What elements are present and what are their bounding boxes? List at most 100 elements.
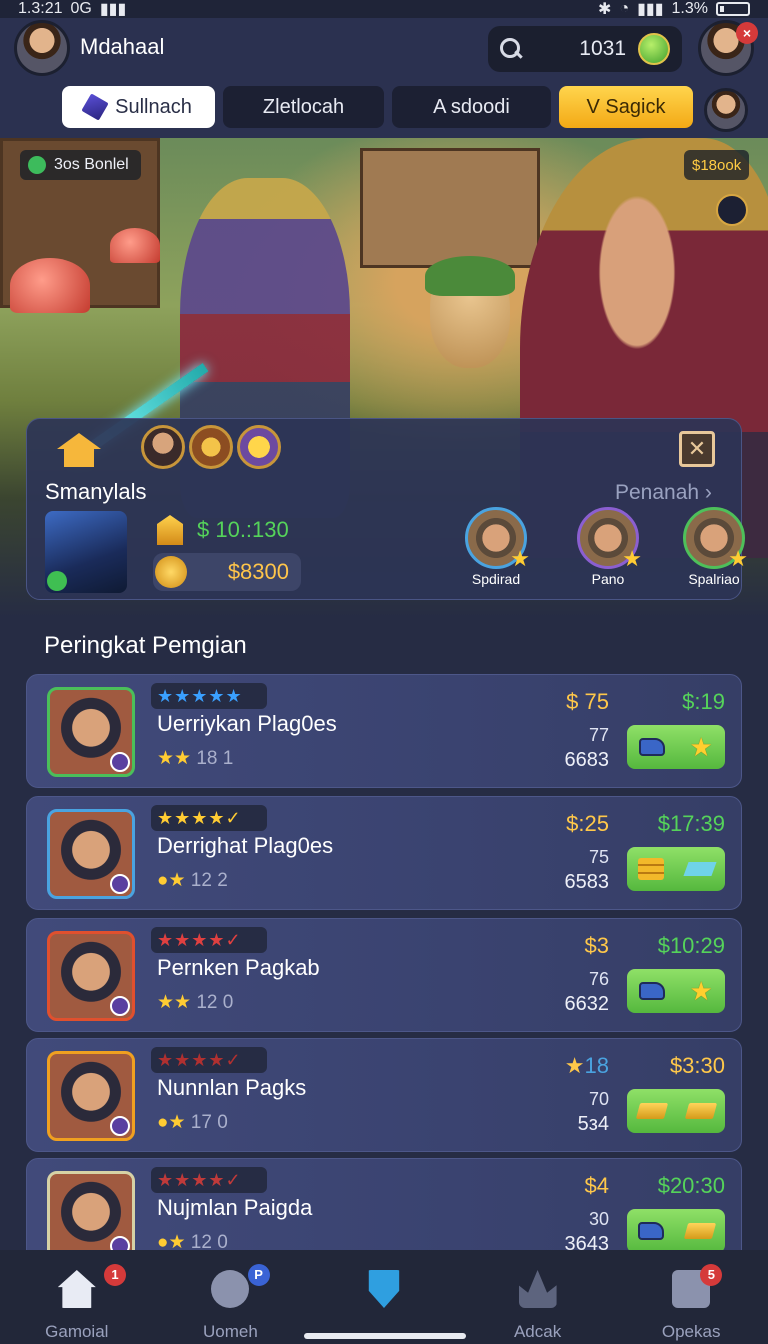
row-stat-1: 76 (588, 969, 609, 989)
leaderboard-list[interactable]: ★★★★★ Uerriykan Plag0es ★★ 18 1 $ 75 77 … (26, 674, 742, 1250)
tab-avatar[interactable] (704, 88, 748, 132)
nav-adcak[interactable]: Adcak (461, 1250, 615, 1344)
row-action-button[interactable] (627, 1089, 725, 1133)
hero-art-mushroom (10, 258, 90, 313)
row-action-button[interactable]: ★ (627, 725, 725, 769)
treasure-icon[interactable] (189, 425, 233, 469)
row-stat-1: 70 (588, 1089, 609, 1109)
shield-icon[interactable] (716, 194, 748, 226)
squad-avatar (683, 507, 748, 572)
squad-member[interactable]: Spdirad (451, 507, 541, 587)
status-bar: 1.3:21 0G ▮▮▮ ✱ ◔ ▮▮▮ 1.3% (0, 0, 768, 18)
squad-name: Spdirad (471, 571, 521, 587)
badge-icon (110, 752, 130, 772)
star-icon: ●★ (157, 870, 191, 891)
star-icon: ★★ (157, 992, 197, 1013)
crown-icon (518, 1270, 557, 1308)
player-portrait (47, 1051, 135, 1141)
leaderboard-row[interactable]: ★★★★✓ Nujmlan Paigda ●★ 12 0 $4 30 3643 … (26, 1158, 742, 1250)
row-action-button[interactable] (627, 847, 725, 891)
search-icon[interactable] (500, 38, 522, 60)
nav-gamoial[interactable]: 1 Gamoial (0, 1250, 154, 1344)
gold-balance[interactable]: $8300 (153, 553, 301, 591)
check-icon (47, 571, 67, 591)
nav-label: Opekas (661, 1322, 721, 1341)
top-header: Mdahaal 1031 × Sullnach Zletlocah A sdoo… (0, 18, 768, 138)
home-icon[interactable] (57, 433, 101, 467)
row-title: Nunnlan Pagks (157, 1075, 307, 1100)
star-rating: ★★★★✓ (151, 1167, 267, 1193)
row-action-button[interactable] (627, 1209, 725, 1250)
row-subtitle: ●★ 12 0 (157, 1231, 228, 1250)
star-icon: ★ (689, 732, 713, 762)
squad-member[interactable]: Pano (563, 507, 653, 587)
hero-badge-left[interactable]: 3os Bonlel (20, 150, 141, 180)
gold-icon (683, 1223, 717, 1239)
panel-money: $ 10.:130 (197, 517, 289, 542)
player-portrait (47, 931, 135, 1021)
star-icon: ★ (689, 976, 713, 1006)
row-price-value: 18 (584, 1053, 609, 1078)
leaderboard-row[interactable]: ★★★★✓ Derrighat Plag0es ●★ 12 2 $:25 75 … (26, 796, 742, 910)
row-title: Uerriykan Plag0es (157, 711, 337, 736)
row-stat-1: 30 (588, 1209, 609, 1229)
nav-opekas[interactable]: 5 Opekas (614, 1250, 768, 1344)
profile-avatar[interactable] (14, 20, 70, 76)
squad-member[interactable]: Spalriao (669, 507, 759, 587)
panel-player-name: Smanylals (45, 479, 147, 504)
row-time: $17:39 (657, 811, 725, 836)
cog-icon (211, 1270, 250, 1308)
row-stat-2: 6683 (564, 749, 610, 771)
notification-badge: 1 (104, 1264, 126, 1286)
row-stat-2: 6583 (564, 871, 610, 893)
gold-bars-icon (638, 858, 664, 880)
star-badge-icon[interactable] (237, 425, 281, 469)
star-rating: ★★★★✓ (151, 927, 267, 953)
tab-zletlocah[interactable]: Zletlocah (223, 86, 384, 128)
row-action-button[interactable]: ★ (627, 969, 725, 1013)
battery-percent: 1.3% (671, 0, 708, 17)
tab-bar: Sullnach Zletlocah A sdoodi V Sagick (62, 86, 693, 128)
tab-v-sagick[interactable]: V Sagick (559, 86, 693, 128)
star-icon: ●★ (157, 1112, 191, 1133)
leaderboard-row[interactable]: ★★★★✓ Pernken Pagkab ★★ 12 0 $3 76 6632 … (26, 918, 742, 1032)
notification-badge: P (247, 1264, 270, 1286)
panel-thumbnail[interactable] (45, 511, 127, 593)
home-indicator[interactable] (304, 1333, 466, 1339)
panel-more-link[interactable]: Penanah › (615, 481, 712, 505)
player-portrait (47, 1171, 135, 1250)
leaderboard-row[interactable]: ★★★★✓ Nunnlan Pagks ●★ 17 0 ★18 70 5з4 $… (26, 1038, 742, 1152)
hero-badge-right[interactable]: $18ook (684, 150, 750, 180)
star-rating: ★★★★✓ (151, 805, 267, 831)
nav-shield[interactable] (307, 1250, 461, 1344)
leaderboard-row[interactable]: ★★★★★ Uerriykan Plag0es ★★ 18 1 $ 75 77 … (26, 674, 742, 788)
badge-icon (110, 874, 130, 894)
gem-icon (638, 33, 670, 65)
status-time: 1.3:21 (18, 0, 63, 17)
star-icon: ★ (564, 1053, 585, 1078)
row-subtitle: ●★ 17 0 (157, 1111, 228, 1134)
panel-close-button[interactable]: ✕ (679, 431, 715, 467)
row-subtitle: ★★ 12 0 (157, 991, 233, 1014)
gear-icon (28, 156, 46, 174)
shield-icon (368, 1270, 400, 1308)
tab-sullnach[interactable]: Sullnach (62, 86, 215, 128)
username: Mdahaal (80, 34, 165, 59)
search-box[interactable]: 1031 (488, 26, 682, 72)
tab-a-sdoodi[interactable]: A sdoodi (392, 86, 551, 128)
player-face-icon[interactable] (141, 425, 185, 469)
tab-label: Zletlocah (262, 95, 345, 118)
gem-icon (683, 862, 717, 876)
panel-icon-row (141, 425, 281, 469)
close-icon[interactable]: × (736, 22, 758, 44)
shoe-icon (639, 982, 666, 1000)
row-price: $:25 (566, 811, 609, 836)
star-rating: ★★★★✓ (151, 1047, 267, 1073)
row-stat-2: 6632 (564, 993, 610, 1015)
tab-label: A sdoodi (433, 95, 510, 118)
row-stat-1: 75 (588, 847, 609, 867)
player-portrait (47, 687, 135, 777)
row-title: Pernken Pagkab (157, 955, 320, 980)
nav-uomeh[interactable]: P Uomeh (154, 1250, 308, 1344)
shoe-icon (638, 1222, 664, 1240)
